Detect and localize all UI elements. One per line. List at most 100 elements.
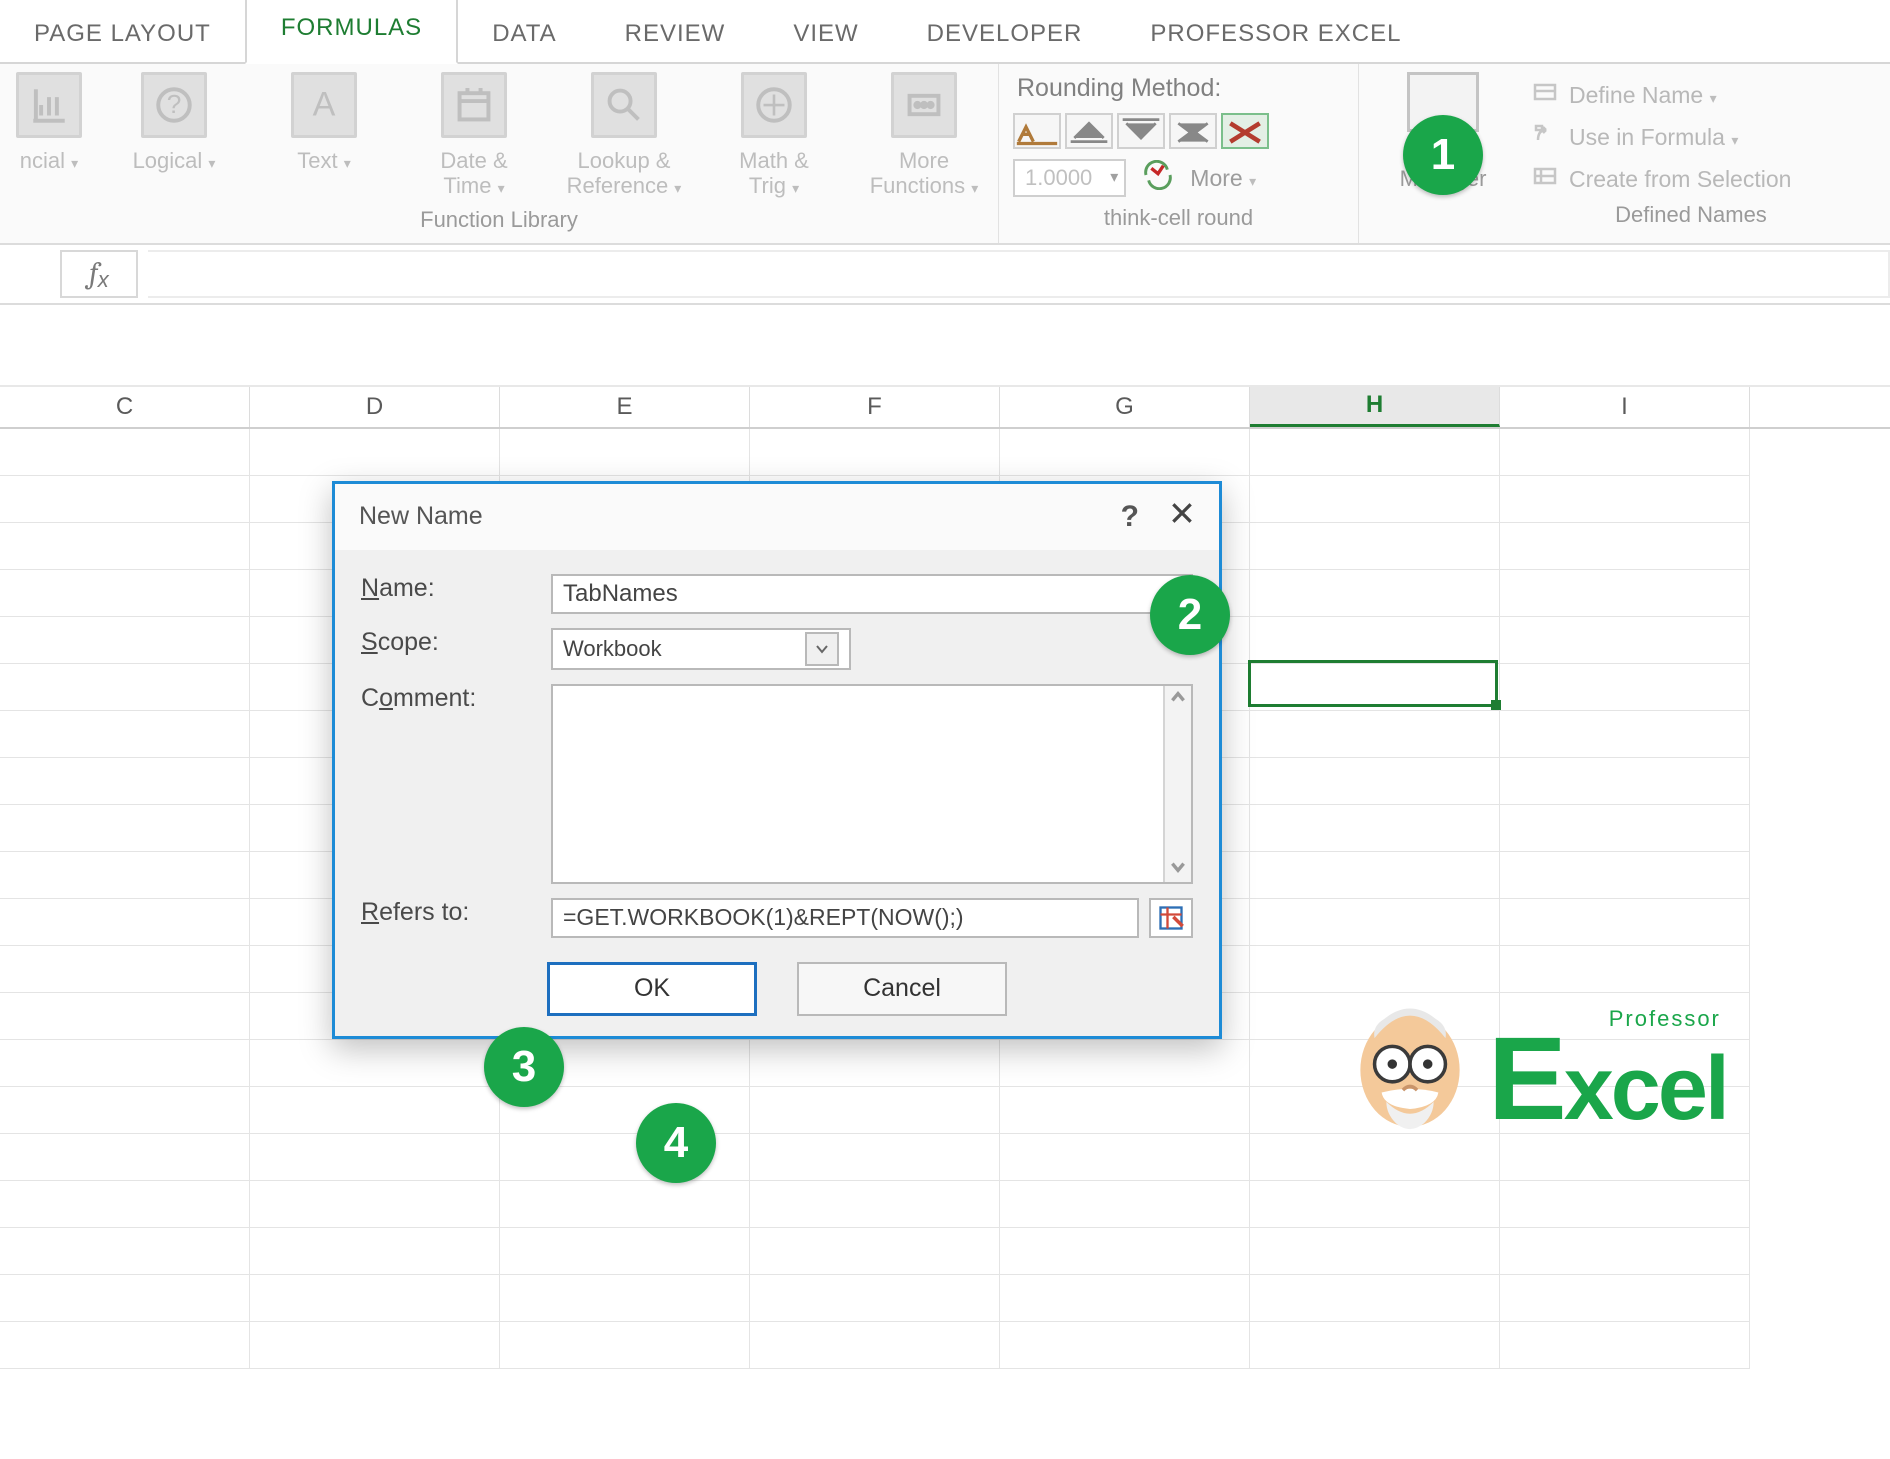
more-dropdown[interactable]: More ▾ [1190,165,1256,192]
column-header-H[interactable]: H [1250,387,1500,427]
column-header-I[interactable]: I [1500,387,1750,427]
cell[interactable] [0,1275,250,1322]
cell[interactable] [1250,429,1500,476]
cell[interactable] [1500,1322,1750,1369]
cell[interactable] [1500,476,1750,523]
funclib-date-button[interactable]: Date &Time ▾ [414,72,534,199]
cell[interactable] [250,1087,500,1134]
cell[interactable] [250,1134,500,1181]
cell[interactable] [1500,1181,1750,1228]
cell[interactable] [0,1181,250,1228]
cell[interactable] [1500,664,1750,711]
cell[interactable] [1250,946,1500,993]
cell[interactable] [1500,758,1750,805]
scroll-down-icon[interactable] [1169,856,1187,882]
name-input[interactable] [551,574,1193,614]
rounding-number-format[interactable]: 1.0000 [1013,159,1126,197]
cell[interactable] [1500,429,1750,476]
cell[interactable] [1500,899,1750,946]
cell[interactable] [0,476,250,523]
cell[interactable] [250,429,500,476]
ribbon-tab-formulas[interactable]: FORMULAS [245,0,458,64]
cell[interactable] [1000,1322,1250,1369]
cell[interactable] [0,758,250,805]
cell[interactable] [1500,946,1750,993]
cell[interactable] [1250,1322,1500,1369]
funclib-lookup-button[interactable]: Lookup &Reference ▾ [564,72,684,199]
cell[interactable] [0,664,250,711]
cell[interactable] [500,1322,750,1369]
cell[interactable] [1500,852,1750,899]
ribbon-tab-data[interactable]: DATA [458,2,590,62]
cell[interactable] [1500,711,1750,758]
funclib-financial-button[interactable]: ncial ▾ [14,72,84,173]
scrollbar[interactable] [1163,686,1191,882]
rounding-icon-1[interactable] [1013,113,1061,149]
comment-textarea[interactable] [551,684,1193,884]
ribbon-tab-review[interactable]: REVIEW [591,2,760,62]
cell[interactable] [1250,664,1500,711]
cell[interactable] [500,1275,750,1322]
column-header-C[interactable]: C [0,387,250,427]
cell[interactable] [1250,852,1500,899]
rounding-icon-3[interactable] [1117,113,1165,149]
ribbon-tab-professor-excel[interactable]: PROFESSOR EXCEL [1116,2,1435,62]
cell[interactable] [750,429,1000,476]
cell[interactable] [1250,1228,1500,1275]
cell[interactable] [0,899,250,946]
cell[interactable] [0,429,250,476]
cell[interactable] [1500,617,1750,664]
rounding-icon-2[interactable] [1065,113,1113,149]
cell[interactable] [0,1087,250,1134]
cell[interactable] [1000,1228,1250,1275]
cell[interactable] [250,1275,500,1322]
cell[interactable] [1500,805,1750,852]
range-picker-button[interactable] [1149,898,1193,938]
column-header-D[interactable]: D [250,387,500,427]
cell[interactable] [0,805,250,852]
cell[interactable] [0,570,250,617]
cell[interactable] [750,1087,1000,1134]
scope-select[interactable]: Workbook [551,628,851,670]
cell[interactable] [1250,805,1500,852]
refers-to-input[interactable] [551,898,1139,938]
funclib-text-button[interactable]: AText ▾ [264,72,384,173]
cell[interactable] [0,1228,250,1275]
rounding-icon-4[interactable] [1169,113,1217,149]
cell[interactable] [1500,1228,1750,1275]
defined-names-define-name[interactable]: Define Name ▾ [1531,80,1851,110]
cell[interactable] [1000,1134,1250,1181]
funclib-logical-button[interactable]: ?Logical ▾ [114,72,234,173]
cell[interactable] [750,1228,1000,1275]
column-header-F[interactable]: F [750,387,1000,427]
formula-input[interactable] [148,250,1890,298]
cell[interactable] [1250,476,1500,523]
cell[interactable] [0,946,250,993]
cell[interactable] [500,1228,750,1275]
cell[interactable] [1250,1181,1500,1228]
cell[interactable] [0,1134,250,1181]
funclib-math-button[interactable]: Math &Trig ▾ [714,72,834,199]
cell[interactable] [1250,758,1500,805]
cell[interactable] [1500,523,1750,570]
cell[interactable] [0,1040,250,1087]
rounding-icon-5[interactable] [1221,113,1269,149]
column-header-E[interactable]: E [500,387,750,427]
funclib-more-button[interactable]: More Functions ▾ [864,72,984,199]
cell[interactable] [1250,711,1500,758]
cell[interactable] [1000,1275,1250,1322]
cell[interactable] [250,1040,500,1087]
cell[interactable] [1250,899,1500,946]
cell[interactable] [0,711,250,758]
dialog-close-button[interactable] [1169,500,1195,533]
cell[interactable] [750,1134,1000,1181]
cell[interactable] [1000,1040,1250,1087]
dialog-help-button[interactable]: ? [1091,500,1169,534]
cell[interactable] [0,1322,250,1369]
cell[interactable] [1000,1087,1250,1134]
cell[interactable] [1000,429,1250,476]
column-header-G[interactable]: G [1000,387,1250,427]
cell[interactable] [0,617,250,664]
cell[interactable] [250,1181,500,1228]
cell[interactable] [1250,617,1500,664]
